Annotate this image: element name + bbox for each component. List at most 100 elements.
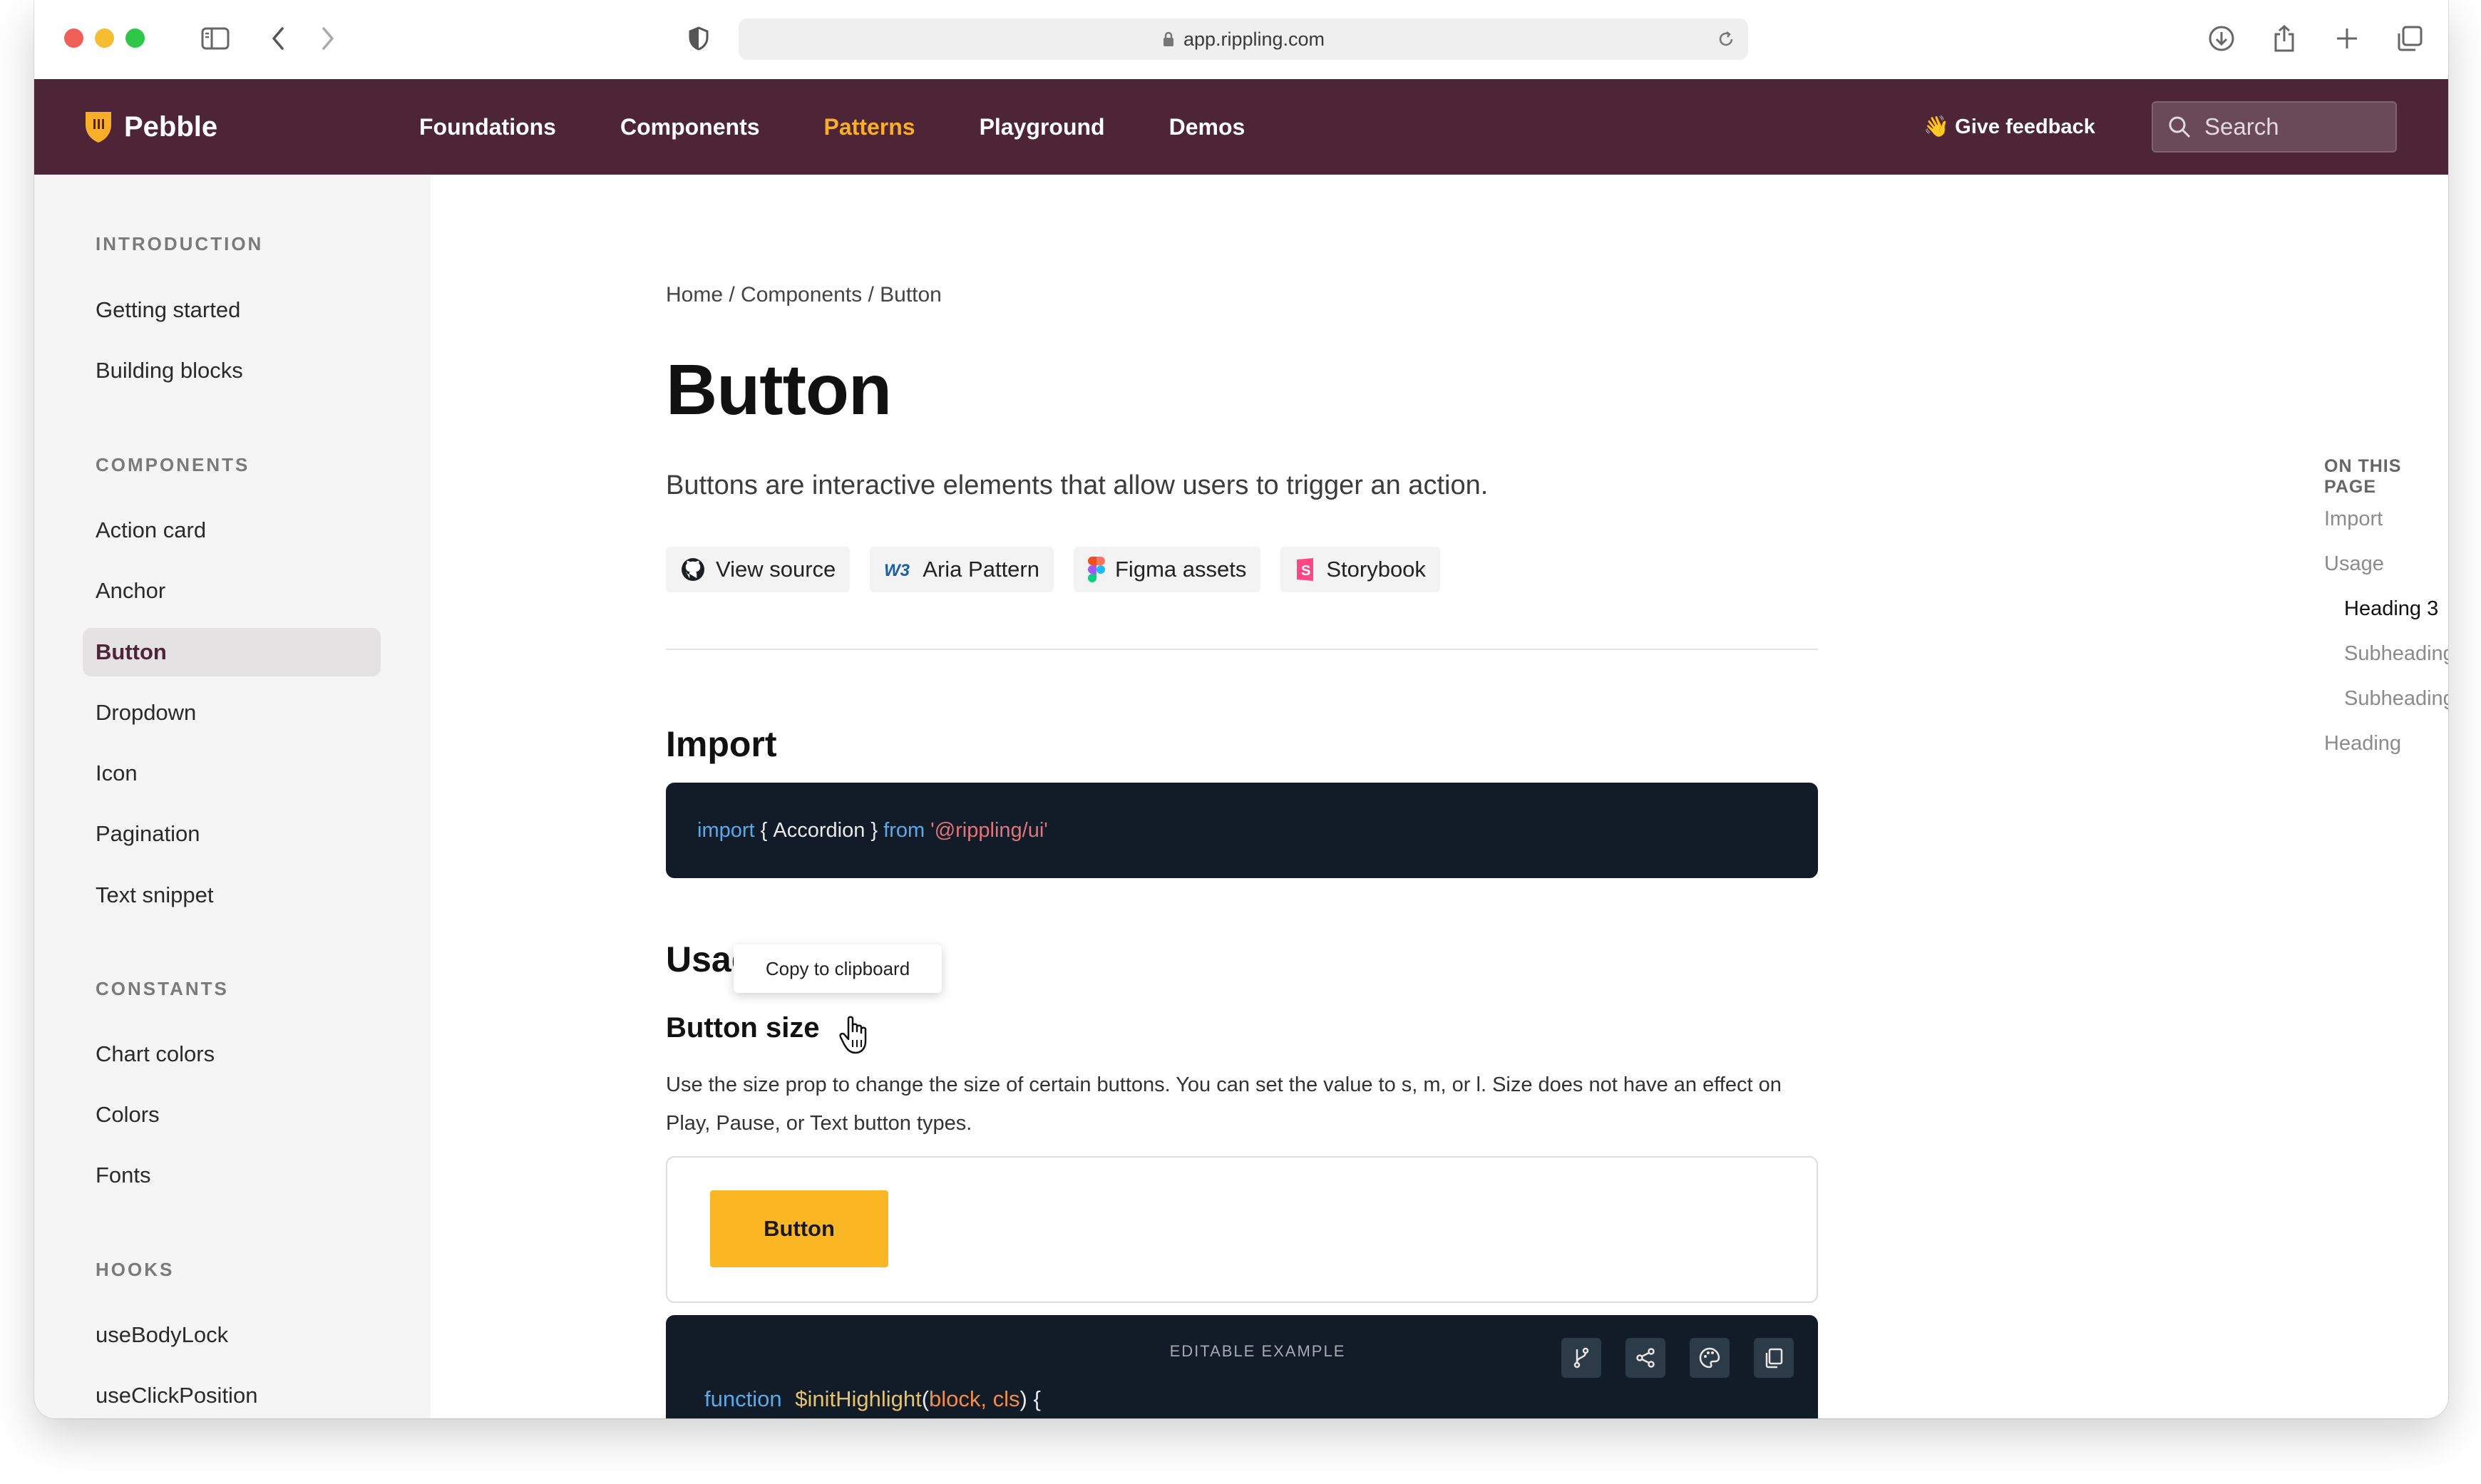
sidebar-item-action-card[interactable]: Action card (83, 506, 381, 555)
sidebar-item-fonts[interactable]: Fonts (83, 1151, 381, 1200)
address-bar[interactable]: app.rippling.com (739, 19, 1748, 60)
share-icon[interactable] (2266, 20, 2303, 57)
view-source-chip[interactable]: View source (666, 547, 851, 592)
button-size-description: Use the size prop to change the size of … (666, 1073, 1782, 1135)
sidebar-heading-constants: CONSTANTS (96, 978, 229, 999)
aria-pattern-label: Aria Pattern (923, 557, 1039, 582)
w3c-icon: W3 (884, 561, 910, 580)
code-keyword-import: import (697, 818, 755, 842)
sidebar-item-button[interactable]: Button (83, 628, 381, 676)
toc-item-usage[interactable]: Usage (2324, 552, 2384, 576)
main-nav: Foundations Components Patterns Playgrou… (419, 79, 1309, 175)
copy-tooltip: Copy to clipboard (734, 944, 942, 993)
sidebar-toggle-icon[interactable] (197, 20, 234, 57)
reload-icon[interactable] (1714, 27, 1738, 51)
code-paren-close: ) { (1019, 1386, 1041, 1411)
maximize-window-button[interactable] (125, 29, 145, 48)
nav-demos[interactable]: Demos (1169, 114, 1245, 140)
toc-item-heading[interactable]: Heading (2324, 732, 2401, 756)
code-brace-close: } (865, 818, 884, 842)
figma-icon (1088, 557, 1105, 582)
sidebar-item-anchor[interactable]: Anchor (83, 567, 381, 615)
divider (666, 649, 1818, 650)
storybook-chip[interactable]: S Storybook (1280, 547, 1440, 592)
site-header: Pebble Foundations Components Patterns P… (34, 79, 2448, 175)
sidebar-heading-components: COMPONENTS (96, 454, 250, 475)
toc-item-heading-3[interactable]: Heading 3 (2344, 597, 2438, 621)
brand[interactable]: Pebble (83, 109, 217, 145)
sidebar-item-icon[interactable]: Icon (83, 749, 381, 798)
tab-overview-icon[interactable] (2391, 20, 2428, 57)
example-preview: Button (666, 1156, 1818, 1303)
aria-pattern-chip[interactable]: W3 Aria Pattern (870, 547, 1054, 592)
code-keyword-function: function (704, 1386, 782, 1411)
sidebar-item-building-blocks[interactable]: Building blocks (83, 346, 381, 395)
sidebar-item-text-snippet[interactable]: Text snippet (83, 871, 381, 919)
pebble-logo-icon (86, 112, 111, 143)
demo-button[interactable]: Button (710, 1190, 888, 1267)
url-text: app.rippling.com (1183, 28, 1325, 50)
code-identifier: Accordion (773, 818, 865, 842)
palette-icon[interactable] (1690, 1338, 1730, 1378)
sidebar-item-dropdown[interactable]: Dropdown (83, 689, 381, 737)
sidebar-item-usebodylock[interactable]: useBodyLock (83, 1311, 381, 1359)
resource-links: View source W3 Aria Pattern Figma assets… (666, 547, 1440, 592)
sidebar-item-pagination[interactable]: Pagination (83, 810, 381, 858)
button-size-heading: Button size (666, 1012, 820, 1044)
new-tab-icon[interactable] (2328, 20, 2366, 57)
give-feedback-link[interactable]: 👋 Give feedback (1923, 79, 2095, 175)
code-module-string: '@rippling/ui' (930, 818, 1048, 842)
toc-item-subheading-2[interactable]: Subheading (2344, 687, 2448, 711)
nav-patterns[interactable]: Patterns (824, 114, 915, 140)
sidebar-item-useclickposition[interactable]: useClickPosition (83, 1371, 381, 1418)
search-placeholder: Search (2204, 113, 2279, 140)
sidebar-heading-introduction: INTRODUCTION (96, 233, 264, 254)
code-paren-open: ( (921, 1386, 930, 1411)
nav-playground[interactable]: Playground (980, 114, 1105, 140)
storybook-label: Storybook (1326, 557, 1426, 582)
minimize-window-button[interactable] (95, 29, 114, 48)
svg-text:W3: W3 (884, 561, 910, 580)
sidebar-item-getting-started[interactable]: Getting started (83, 286, 381, 334)
sidebar-item-chart-colors[interactable]: Chart colors (83, 1030, 381, 1078)
nav-components[interactable]: Components (620, 114, 760, 140)
browser-window: app.rippling.com Pebble Foundations Comp… (34, 0, 2448, 1418)
svg-text:S: S (1301, 563, 1310, 579)
share-nodes-icon[interactable] (1625, 1338, 1665, 1378)
figma-assets-chip[interactable]: Figma assets (1074, 547, 1261, 592)
sidebar-heading-hooks: HOOKS (96, 1259, 175, 1280)
back-arrow-icon[interactable] (260, 20, 297, 57)
import-heading: Import (666, 724, 777, 764)
code-function-name: $initHighlight (795, 1386, 922, 1411)
page-title: Button (666, 350, 892, 430)
main-content: Home / Components / Button Button Button… (431, 175, 2448, 1418)
sidebar: INTRODUCTION Getting started Building bl… (34, 175, 431, 1418)
search-icon (2169, 116, 2191, 138)
import-code-block[interactable]: import { Accordion } from '@rippling/ui' (666, 783, 1818, 878)
nav-foundations[interactable]: Foundations (419, 114, 556, 140)
toc-heading: ON THIS PAGE (2324, 456, 2402, 497)
code-keyword-from: from (883, 818, 925, 842)
fork-icon[interactable] (1561, 1338, 1601, 1378)
view-source-label: View source (716, 557, 836, 582)
github-icon (682, 558, 704, 581)
breadcrumb[interactable]: Home / Components / Button (666, 283, 942, 307)
figma-assets-label: Figma assets (1115, 557, 1247, 582)
download-icon[interactable] (2203, 20, 2240, 57)
toc-item-import[interactable]: Import (2324, 507, 2383, 531)
forward-arrow-icon[interactable] (309, 20, 346, 57)
code-brace-open: { (754, 818, 774, 842)
editor-code-line: function $initHighlight(block, cls) { (704, 1386, 1041, 1412)
code-arguments: block, cls (929, 1386, 1020, 1411)
hand-cursor-icon (838, 1016, 874, 1059)
editable-example-label: EDITABLE EXAMPLE (1169, 1342, 1346, 1360)
sidebar-item-colors[interactable]: Colors (83, 1091, 381, 1139)
browser-toolbar: app.rippling.com (34, 0, 2448, 79)
close-window-button[interactable] (64, 29, 83, 48)
copy-icon[interactable] (1754, 1338, 1794, 1378)
toc-item-subheading-1[interactable]: Subheading (2344, 642, 2448, 666)
code-editor[interactable]: EDITABLE EXAMPLE function $initHighlight… (666, 1315, 1818, 1418)
page-description: Buttons are interactive elements that al… (666, 470, 1489, 500)
search-input[interactable]: Search (2152, 101, 2397, 153)
privacy-shield-icon[interactable] (680, 20, 717, 57)
